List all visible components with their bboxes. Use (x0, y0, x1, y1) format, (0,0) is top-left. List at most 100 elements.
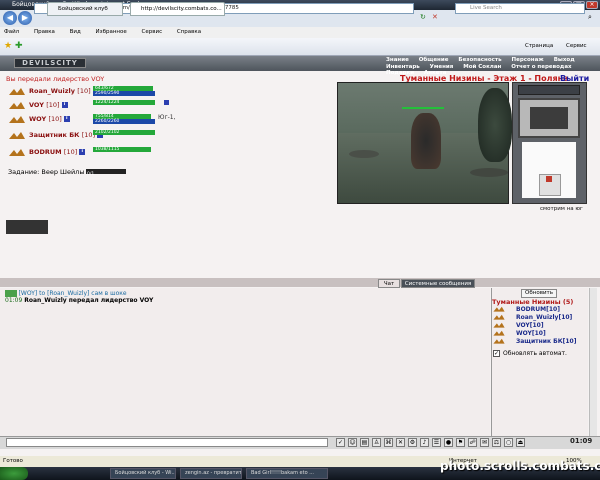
party-icon (493, 314, 505, 320)
translit-icon[interactable]: ⌘ (384, 438, 393, 447)
rock-icon (349, 150, 379, 158)
sound-icon[interactable]: ♪ (420, 438, 429, 447)
party-icon (9, 116, 25, 123)
party-icon (9, 88, 25, 95)
menu-favorites[interactable]: Избранное (96, 29, 127, 35)
party-icon (493, 338, 505, 344)
quest-label: Задание: Веер Шейлы (8, 168, 85, 176)
clan-icon[interactable]: ⚑ (456, 438, 465, 447)
online-player[interactable]: Защитник БК[10] (492, 338, 587, 346)
friends-icon[interactable]: ♙ (372, 438, 381, 447)
menu-tools[interactable]: Сервис (142, 29, 163, 35)
party-member: WOY [10] i 755/814 2260/2260 Юг-1, (8, 114, 238, 128)
online-player[interactable]: WOY[10] (492, 330, 587, 338)
search-input[interactable]: Live Search (455, 3, 585, 14)
party-chat-icon[interactable]: ☍ (468, 438, 477, 447)
trade-icon[interactable]: ⚖ (492, 438, 501, 447)
nav-knowledge[interactable]: Знание (382, 57, 413, 63)
nav-character[interactable]: Персонаж (507, 57, 547, 63)
chat-line: 01:09 Roan_Wuizly передал лидерство VOY (5, 297, 154, 304)
nav-chat[interactable]: Общение (415, 57, 453, 63)
party-member-name[interactable]: BODRUM [10] i (29, 148, 86, 156)
look-direction: смотрим на юг (540, 206, 583, 212)
party-icon (493, 306, 505, 312)
nav-security[interactable]: Безопасность (454, 57, 505, 63)
zone-header: Туманные Низины (5) (492, 298, 574, 306)
chat-input[interactable] (6, 438, 328, 447)
nav-clan[interactable]: Мой Соклан (459, 64, 505, 70)
party-member: BODRUM [10] i 1038/1115 (8, 147, 238, 161)
page-menu-button[interactable]: Страница (525, 43, 553, 49)
leadership-message: Вы передали лидерство VOY (6, 75, 105, 83)
party-icon (9, 132, 25, 139)
chat-log (0, 288, 490, 436)
taskbar-item[interactable]: zengin.az - превратит... (180, 468, 242, 479)
online-player[interactable]: Roan_Wuizly[10] (492, 314, 587, 322)
mana-bar: 2260/2260 (93, 119, 155, 124)
status-ready: Готово (3, 458, 23, 464)
game-logo: DEVILSCITY (14, 58, 86, 68)
add-favorite-icon[interactable]: ✚ (15, 41, 23, 51)
chat-divider (0, 278, 600, 287)
auto-refresh-label: Обновлять автомат. (503, 350, 567, 357)
menu-edit[interactable]: Правка (34, 29, 55, 35)
hp-bar: 2102/2102 (93, 130, 155, 135)
menu-view[interactable]: Вид (70, 29, 81, 35)
private-icon[interactable]: ✉ (480, 438, 489, 447)
search-icon[interactable]: ⌕ (588, 13, 592, 22)
settings-icon[interactable]: ⚙ (408, 438, 417, 447)
scrollbar[interactable] (589, 288, 597, 436)
party-member-name[interactable]: Roan_Wuizly [10]i (29, 87, 99, 95)
game-clock: 01:09 (570, 437, 593, 445)
party-icon (493, 322, 505, 328)
party-member: Roan_Wuizly [10]i 643/672 2590/2590 (8, 86, 238, 100)
chat-line: [WOY] to [Roan_Wuizly] сам в шоке (5, 290, 127, 297)
hit-counter (6, 220, 48, 234)
ignore-icon[interactable]: ✕ (396, 438, 405, 447)
party-member: Защитник БК [10]i 2102/2102 (8, 130, 238, 144)
tab-fightclub[interactable]: Бойцовский клуб (47, 2, 123, 16)
party-member-name[interactable]: VOY [10] i (29, 101, 68, 109)
taskbar-item[interactable]: Бойцовский клуб - Wi... (110, 468, 176, 479)
forward-button[interactable]: ▶ (18, 11, 32, 25)
nav-transfers[interactable]: Отчет о переводах (507, 64, 575, 70)
monster-sprite[interactable] (411, 113, 441, 169)
stop-icon[interactable]: ✕ (432, 13, 438, 21)
filter-icon[interactable]: ▤ (360, 438, 369, 447)
auto-refresh-checkbox[interactable]: ✓ (493, 350, 500, 357)
tab-chat[interactable]: Чат (378, 279, 400, 288)
online-player[interactable]: BODRUM[10] (492, 306, 587, 314)
party-icon (9, 149, 25, 156)
party-member-name[interactable]: Защитник БК [10]i (29, 131, 104, 139)
refresh-button[interactable]: Обновить (521, 289, 557, 298)
back-button[interactable]: ◀ (3, 11, 17, 25)
menu-help[interactable]: Справка (177, 29, 201, 35)
taskbar-item[interactable]: Bad Girl!!!!!bakam eto ... (246, 468, 328, 479)
hp-bar: 1038/1115 (93, 147, 151, 152)
party-extra: Юг-1, (158, 114, 176, 121)
start-button[interactable] (0, 467, 28, 480)
tab-system-messages[interactable]: Системные сообщения (401, 279, 475, 288)
color-icon[interactable]: ● (444, 438, 453, 447)
party-member-name[interactable]: WOY [10] i (29, 115, 70, 123)
move-center[interactable] (530, 107, 568, 129)
online-player[interactable]: VOY[10] (492, 322, 587, 330)
tab-row (0, 38, 600, 56)
player-marker-icon (546, 176, 552, 182)
refresh-icon[interactable]: ↻ (420, 13, 426, 21)
clear-icon[interactable]: ✓ (336, 438, 345, 447)
hp-bar: 1224/1224 (93, 100, 155, 105)
nav-exit[interactable]: Выход (550, 57, 579, 63)
log-icon[interactable]: ☰ (432, 438, 441, 447)
tools-menu-button[interactable]: Сервис (566, 43, 587, 49)
party-icon (9, 102, 25, 109)
game-nav-top: Знание Общение Безопасность Персонаж Вых… (382, 57, 579, 63)
exit-chat-icon[interactable]: ⏏ (516, 438, 525, 447)
ring-icon[interactable]: ○ (504, 438, 513, 447)
menu-file[interactable]: Файл (4, 29, 19, 35)
favorites-star-icon[interactable]: ★ (4, 41, 12, 51)
tab-devilscity[interactable]: http://devilscity.combats.co... (130, 2, 225, 16)
tree-icon (478, 88, 512, 162)
close-button[interactable]: × (586, 1, 598, 9)
smiles-icon[interactable]: ☺ (348, 438, 357, 447)
